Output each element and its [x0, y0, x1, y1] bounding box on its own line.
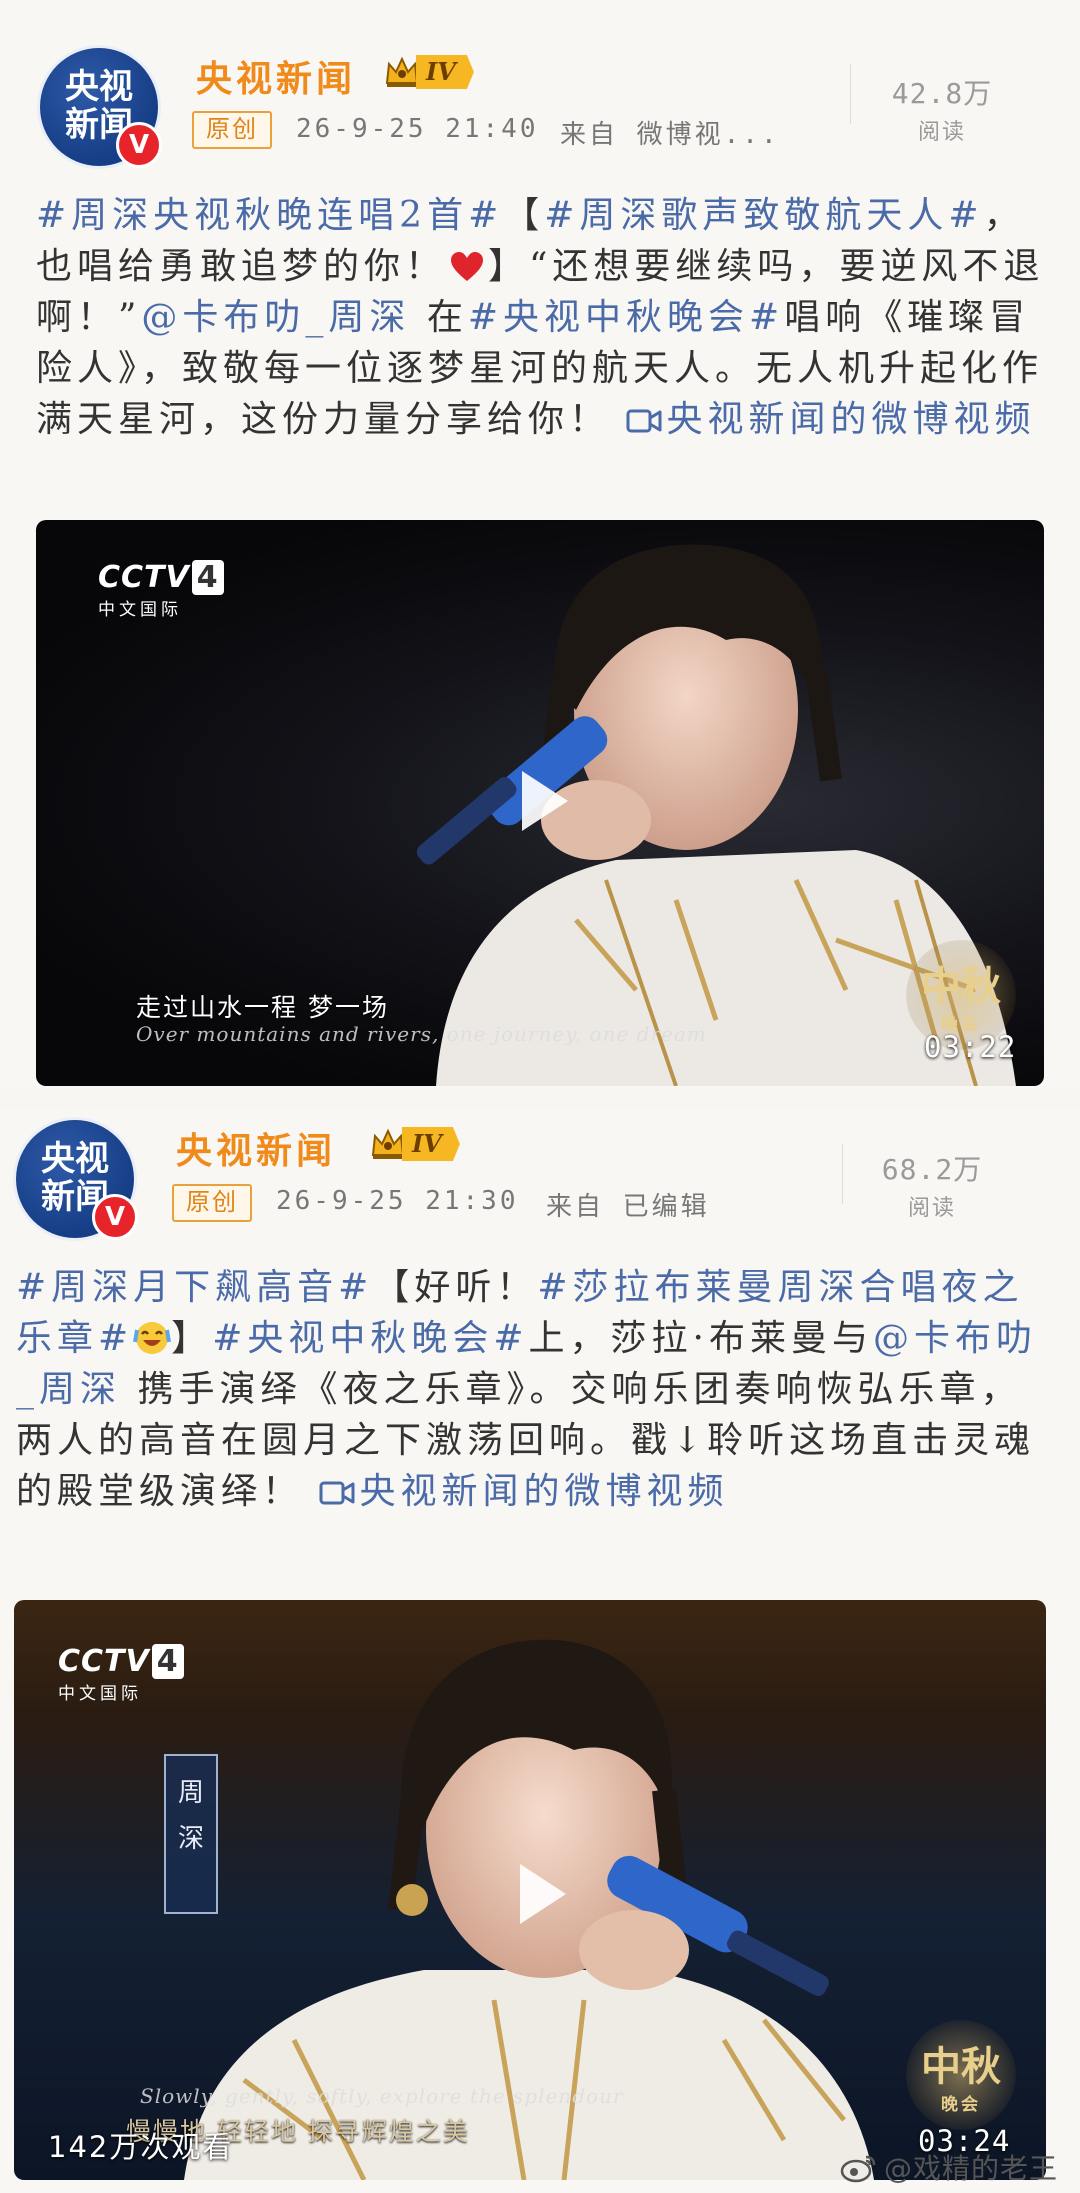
- channel-name: CCTV: [98, 560, 190, 595]
- body-text-segment: 【: [503, 195, 545, 236]
- gala-logo: 中秋 晚会: [906, 2020, 1016, 2130]
- avatar[interactable]: 央视 新闻 V: [16, 1120, 138, 1240]
- crown-icon: [385, 56, 419, 87]
- video-camera-icon: [626, 409, 662, 433]
- weibo-icon: [840, 2155, 876, 2183]
- video-link[interactable]: 央视新闻的微博视频: [319, 1471, 728, 1512]
- channel-number: 4: [191, 560, 224, 595]
- original-tag: 原创: [172, 1184, 252, 1222]
- member-level-badge[interactable]: IV: [370, 1124, 460, 1164]
- laugh-emoji-icon: [133, 1322, 172, 1354]
- video-player[interactable]: CCTV 4 中文国际 周深 Slowly, gently, softly, ex…: [14, 1600, 1046, 2180]
- hashtag-link[interactable]: #央视中秋晚会#: [212, 1318, 528, 1359]
- avatar[interactable]: 央视 新闻 V: [40, 48, 162, 168]
- video-camera-icon: [319, 1481, 355, 1505]
- body-text-segment: 】: [171, 1318, 213, 1359]
- video-link-label: 央视新闻的微博视频: [666, 399, 1036, 440]
- read-count: 68.2万 阅读: [862, 1148, 1002, 1222]
- weibo-post-1: 央视 新闻 V 央视新闻 IV 原创 26-9-25 21:40 来自 微博视.…: [0, 0, 1080, 1090]
- level-label: IV: [416, 55, 474, 89]
- post-source[interactable]: 来自 微博视...: [560, 114, 780, 151]
- post-time[interactable]: 26-9-25 21:30: [276, 1186, 519, 1216]
- hashtag-link[interactable]: #周深歌声致敬航天人#: [544, 195, 983, 236]
- hashtag-link[interactable]: #央视中秋晚会#: [468, 297, 784, 338]
- heart-icon: [451, 252, 484, 281]
- post-body: #周深月下飙高音#【好听！#莎拉布莱曼周深合唱夜之乐章# 】#央视中秋晚会#上，莎…: [16, 1262, 1056, 1517]
- original-tag: 原创: [192, 111, 272, 149]
- member-level-badge[interactable]: IV: [384, 52, 474, 92]
- channel-name: CCTV: [58, 1644, 150, 1679]
- gala-logo-top: 中秋: [921, 2043, 1001, 2090]
- gala-logo-bottom: 晚会: [941, 2095, 981, 2115]
- read-count-value: 42.8万: [891, 77, 993, 110]
- play-icon[interactable]: [500, 1854, 580, 1934]
- body-text-segment: 上，莎拉·布莱曼与: [528, 1318, 873, 1359]
- video-link-label: 央视新闻的微博视频: [359, 1471, 729, 1512]
- post-source[interactable]: 来自 已编辑: [546, 1186, 710, 1223]
- avatar-text-top: 央视: [65, 67, 133, 107]
- subtitle-english: Over mountains and rivers, one journey, …: [136, 1022, 707, 1046]
- verified-badge: V: [116, 122, 162, 168]
- video-link[interactable]: 央视新闻的微博视频: [626, 399, 1035, 440]
- play-icon[interactable]: [502, 761, 582, 841]
- level-label: IV: [402, 1127, 460, 1161]
- cctv-logo: CCTV 4 中文国际: [98, 560, 224, 620]
- channel-subtitle: 中文国际: [98, 600, 182, 620]
- video-player[interactable]: CCTV 4 中文国际 走过山水一程 梦一场 Over mountains and…: [36, 520, 1044, 1086]
- crown-icon: [371, 1128, 405, 1159]
- verified-badge: V: [92, 1194, 138, 1240]
- gala-logo-top: 中秋: [921, 963, 1001, 1010]
- read-count-label: 阅读: [917, 120, 966, 145]
- subtitle-english: Slowly, gently, softly, explore the sple…: [140, 2084, 624, 2108]
- avatar-text-top: 央视: [41, 1139, 109, 1179]
- hashtag-link[interactable]: #周深月下飙高音#: [16, 1267, 373, 1308]
- hashtag-link[interactable]: #周深央视秋晚连唱2首#: [36, 195, 503, 236]
- body-text-segment: 在: [410, 297, 468, 338]
- watermark: @戏精的老王: [840, 2147, 1058, 2187]
- mention-link[interactable]: @卡布叻_周深: [141, 297, 410, 338]
- subtitle-chinese: 走过山水一程 梦一场: [136, 993, 389, 1022]
- post-body: #周深央视秋晚连唱2首#【#周深歌声致敬航天人#，也唱给勇敢追梦的你！ 】“还想要…: [36, 190, 1046, 445]
- read-count-label: 阅读: [907, 1196, 956, 1221]
- divider: [842, 1144, 843, 1204]
- author-name[interactable]: 央视新闻: [176, 1122, 336, 1174]
- author-name[interactable]: 央视新闻: [196, 50, 356, 102]
- divider: [850, 64, 851, 124]
- view-count: 142万次观看: [48, 2130, 234, 2164]
- read-count: 42.8万 阅读: [872, 72, 1012, 146]
- read-count-value: 68.2万: [881, 1153, 983, 1186]
- post-time[interactable]: 26-9-25 21:40: [296, 114, 539, 144]
- watermark-text: @戏精的老王: [883, 2152, 1058, 2185]
- body-text-segment: 【好听！: [373, 1267, 538, 1308]
- video-duration: 03:22: [924, 1030, 1017, 1064]
